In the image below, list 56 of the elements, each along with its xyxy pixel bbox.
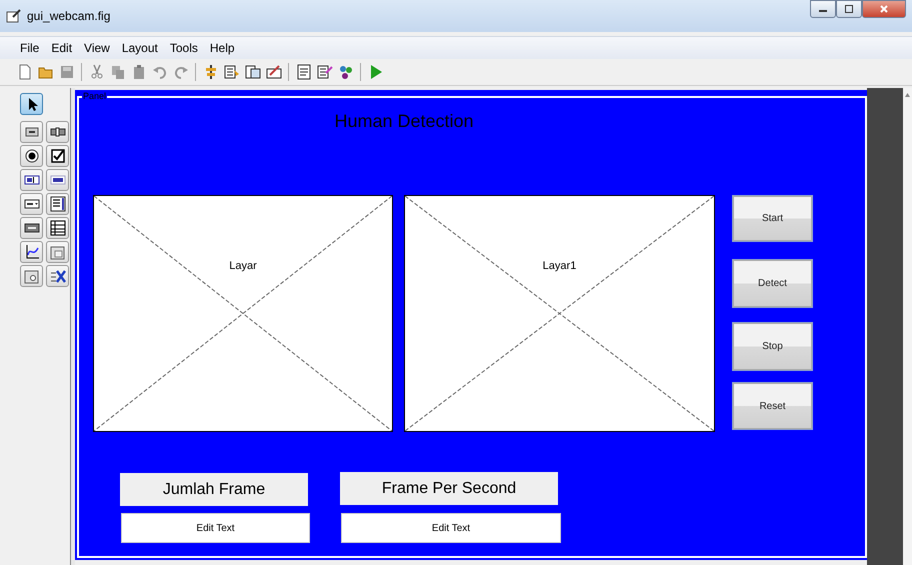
menu-editor-icon[interactable]	[224, 64, 240, 80]
static-text: Frame Per Second	[340, 472, 558, 505]
scissors-icon[interactable]	[88, 64, 104, 80]
palette-button[interactable]	[46, 169, 69, 191]
palette-button[interactable]	[20, 241, 43, 263]
push-button[interactable]: Detect	[733, 260, 812, 307]
file-icon[interactable]	[16, 64, 32, 80]
checkbox-icon	[50, 148, 66, 164]
menu-item[interactable]: Help	[204, 41, 241, 55]
maximize-icon	[844, 4, 854, 14]
push-button[interactable]: Reset	[733, 383, 812, 429]
listbox-icon	[50, 196, 66, 212]
gui-title-text: Human Detection	[333, 111, 475, 132]
palette-button[interactable]	[46, 265, 69, 287]
panel-icon	[50, 244, 66, 260]
table-icon	[50, 220, 66, 236]
static-text: Jumlah Frame	[120, 473, 308, 506]
figure-icon	[6, 8, 22, 24]
palette-button[interactable]	[20, 121, 43, 143]
maximize-button[interactable]	[836, 0, 862, 18]
palette-button[interactable]	[20, 217, 43, 239]
palette-button[interactable]	[20, 93, 43, 115]
palette-button[interactable]	[20, 145, 43, 167]
radio-icon	[24, 148, 40, 164]
menu-item[interactable]: Edit	[45, 41, 78, 55]
palette-button[interactable]	[20, 193, 43, 215]
edit-text-field[interactable]: Edit Text	[121, 513, 310, 543]
edit-text-field[interactable]: Edit Text	[341, 513, 561, 543]
palette-button[interactable]	[46, 193, 69, 215]
objects-icon[interactable]	[338, 64, 354, 80]
push-button[interactable]: Stop	[733, 323, 812, 370]
property-inspector-icon[interactable]	[316, 64, 332, 80]
minimize-button[interactable]	[810, 0, 836, 18]
toolbar-editor-icon[interactable]	[266, 64, 282, 80]
axes-label: Layar1	[542, 260, 576, 272]
palette-button[interactable]	[46, 121, 69, 143]
palette-button[interactable]	[46, 217, 69, 239]
panel-title: Panel	[82, 91, 108, 101]
palette-button[interactable]	[46, 145, 69, 167]
window-title: gui_webcam.fig	[27, 9, 110, 23]
push-button[interactable]: Start	[733, 196, 812, 241]
close-button[interactable]	[862, 0, 906, 18]
close-icon	[879, 4, 889, 14]
palette-button[interactable]	[20, 169, 43, 191]
tab-order-icon[interactable]	[244, 64, 260, 80]
activex-icon	[50, 268, 66, 284]
plot-icon	[24, 244, 40, 260]
menu-item[interactable]: View	[78, 41, 116, 55]
scroll-up-icon[interactable]	[904, 92, 911, 98]
menu-item[interactable]: File	[14, 41, 46, 55]
scrollbar[interactable]	[903, 88, 912, 565]
axes-label: Layar	[229, 260, 257, 272]
button-group-icon	[24, 268, 40, 284]
menu-item[interactable]: Layout	[116, 41, 164, 55]
editor-icon[interactable]	[296, 64, 312, 80]
menu-item[interactable]: Tools	[164, 41, 204, 55]
